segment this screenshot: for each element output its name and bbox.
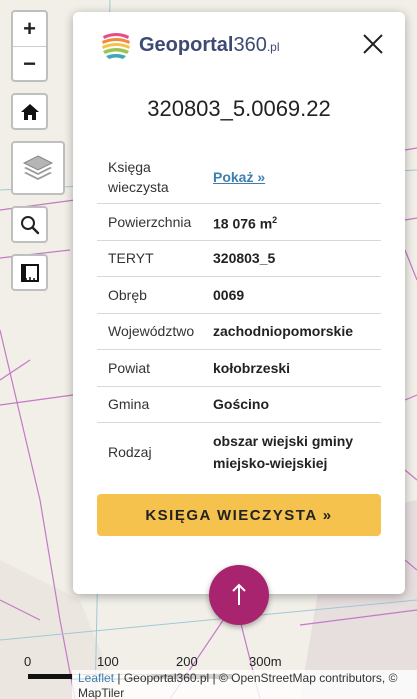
zoom-in-button[interactable]: + [13, 12, 46, 46]
layers-button[interactable] [11, 141, 65, 195]
scale-label: 0 [24, 654, 32, 669]
geoportal-logo[interactable]: Geoportal360.pl [99, 28, 280, 62]
row-teryt: TERYT 320803_5 [97, 241, 381, 277]
parcel-info-table: Księga wieczysta Pokaż » Powierzchnia 18… [97, 150, 381, 480]
logo-wordmark: Geoportal360.pl [139, 33, 280, 56]
attribution-text: | Geoportal360.pl | © OpenStreetMap cont… [78, 671, 398, 699]
scroll-up-button[interactable] [209, 565, 269, 625]
parcel-popup: Geoportal360.pl 320803_5.0069.22 Księga … [73, 12, 405, 594]
row-value: 0069 [213, 286, 245, 303]
row-powiat: Powiat kołobrzeski [97, 350, 381, 387]
row-value: 320803_5 [213, 250, 276, 267]
show-ksiega-link[interactable]: Pokaż » [213, 169, 265, 185]
row-key: Powiat [108, 359, 151, 376]
row-wojewodztwo: Województwo zachodniopomorskie [97, 314, 381, 350]
arrow-up-icon [232, 583, 246, 605]
search-button[interactable] [11, 206, 48, 243]
row-obreb: Obręb 0069 [97, 277, 381, 314]
search-icon [20, 215, 39, 234]
row-gmina: Gmina Gościno [97, 387, 381, 423]
map-attribution: Leaflet | Geoportal360.pl | © OpenStreet… [72, 670, 417, 699]
home-icon [20, 103, 39, 120]
parcel-id-title: 320803_5.0069.22 [147, 96, 331, 121]
row-value: kołobrzeski [213, 359, 291, 376]
row-key: Powierzchnia [108, 213, 192, 230]
row-key: Księga wieczysta [108, 158, 169, 195]
zoom-out-button[interactable]: − [13, 46, 46, 80]
row-rodzaj: Rodzaj obszar wiejski gminy miejsko-wiej… [97, 423, 381, 480]
scale-label: 200 [176, 654, 198, 669]
row-powierzchnia: Powierzchnia 18 076 m2 [97, 204, 381, 241]
row-value: Gościno [213, 396, 270, 413]
row-value: obszar wiejski gminy miejsko-wiejskiej [213, 432, 354, 471]
measure-button[interactable] [11, 254, 48, 291]
row-key: Rodzaj [108, 443, 152, 460]
row-key: Gmina [108, 396, 150, 413]
ksiega-wieczysta-button[interactable]: KSIĘGA WIECZYSTA » [97, 494, 381, 536]
row-ksiega: Księga wieczysta Pokaż » [97, 150, 381, 204]
row-value: zachodniopomorskie [213, 323, 354, 340]
row-key: TERYT [108, 250, 154, 267]
row-value: 18 076 m2 [213, 214, 278, 232]
close-icon[interactable] [361, 32, 385, 56]
row-key: Obręb [108, 286, 147, 303]
ruler-icon [20, 263, 39, 282]
scale-label: 300m [249, 654, 282, 669]
leaflet-link[interactable]: Leaflet [78, 671, 114, 685]
home-button[interactable] [11, 93, 48, 130]
zoom-control: + − [11, 10, 48, 82]
logo-icon [102, 33, 130, 59]
row-key: Województwo [108, 323, 195, 340]
scale-label: 100 [97, 654, 119, 669]
layers-icon [22, 155, 54, 180]
